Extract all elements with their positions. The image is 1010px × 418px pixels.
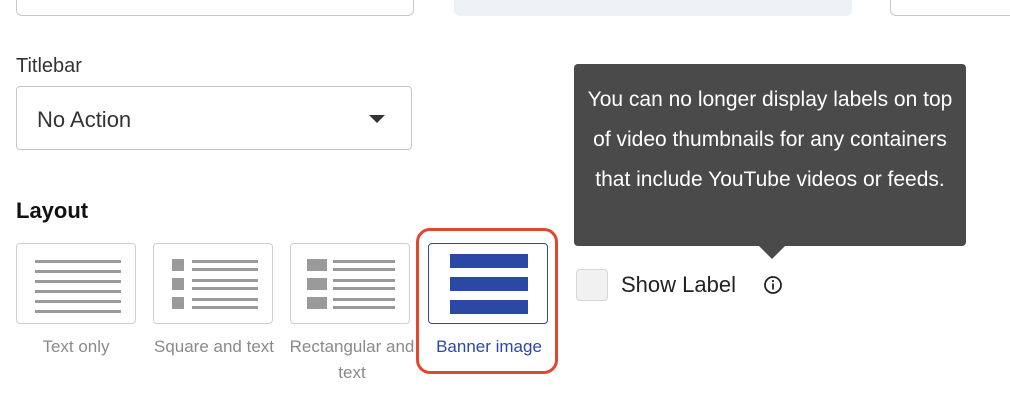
text-line-icon bbox=[192, 268, 258, 271]
titlebar-select-value: No Action bbox=[37, 107, 132, 132]
show-label-checkbox[interactable] bbox=[576, 269, 608, 301]
text-line-icon bbox=[333, 260, 395, 263]
top-input-field[interactable] bbox=[16, 0, 414, 16]
show-label-text: Show Label bbox=[621, 272, 736, 297]
text-line-icon bbox=[333, 268, 395, 271]
text-line-icon bbox=[333, 306, 395, 309]
banner-bar-icon bbox=[450, 300, 528, 314]
text-line-icon bbox=[35, 300, 121, 303]
banner-bar-icon bbox=[450, 254, 528, 268]
square-thumb-icon bbox=[172, 259, 184, 271]
top-preview-area bbox=[454, 0, 852, 16]
text-line-icon bbox=[192, 306, 258, 309]
text-line-icon bbox=[192, 260, 258, 263]
info-icon[interactable] bbox=[763, 275, 783, 295]
text-line-icon bbox=[333, 279, 395, 282]
layout-option-square-and-text[interactable] bbox=[153, 243, 273, 324]
caret-down-icon bbox=[369, 115, 385, 123]
rect-thumb-icon bbox=[307, 259, 327, 271]
text-line-icon bbox=[192, 298, 258, 301]
layout-option-banner-image[interactable] bbox=[428, 243, 548, 324]
layout-option-text-only[interactable] bbox=[16, 243, 136, 324]
top-right-field[interactable] bbox=[890, 0, 1010, 16]
text-line-icon bbox=[333, 287, 395, 290]
square-thumb-icon bbox=[172, 297, 184, 309]
rect-thumb-icon bbox=[307, 278, 327, 290]
text-line-icon bbox=[35, 280, 121, 283]
text-line-icon bbox=[35, 290, 121, 293]
text-line-icon bbox=[35, 270, 121, 273]
layout-option-caption: Rectangular and text bbox=[289, 337, 415, 382]
text-line-icon bbox=[333, 298, 395, 301]
text-line-icon bbox=[192, 287, 258, 290]
titlebar-label: Titlebar bbox=[16, 55, 82, 77]
text-line-icon bbox=[35, 310, 121, 313]
layout-option-rectangular-and-text[interactable] bbox=[290, 243, 410, 324]
text-line-icon bbox=[35, 260, 121, 263]
info-tooltip: You can no longer display labels on top … bbox=[574, 64, 966, 246]
square-thumb-icon bbox=[172, 278, 184, 290]
layout-option-caption: Square and text bbox=[153, 337, 275, 356]
titlebar-select[interactable]: No Action bbox=[16, 86, 412, 150]
tooltip-text: You can no longer display labels on top … bbox=[587, 88, 953, 191]
layout-option-caption: Text only bbox=[42, 337, 110, 356]
text-line-icon bbox=[192, 279, 258, 282]
layout-option-caption: Banner image bbox=[436, 337, 542, 356]
rect-thumb-icon bbox=[307, 297, 327, 309]
tooltip-arrow bbox=[758, 245, 786, 259]
layout-title: Layout bbox=[16, 198, 89, 223]
banner-bar-icon bbox=[450, 277, 528, 291]
